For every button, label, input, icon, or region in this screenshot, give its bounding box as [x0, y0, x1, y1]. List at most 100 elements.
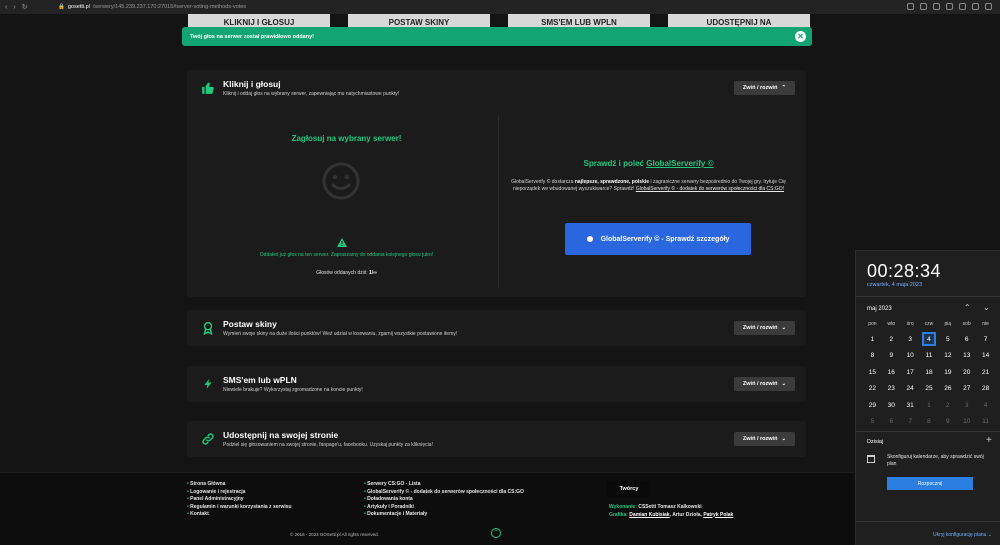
url-path: /serwery/145.239.237.170:27015#server-vo…: [92, 4, 247, 10]
add-event-icon[interactable]: +: [986, 435, 992, 446]
smiley-icon: [322, 162, 360, 200]
thumbs-up-icon: [200, 80, 216, 96]
sms-toggle-button[interactable]: Zwiń / rozwiń ⌄: [734, 377, 795, 391]
vote-card-subtitle: Kliknij i oddaj głos na wybrany serwer, …: [223, 91, 400, 97]
calendar-day[interactable]: 25: [920, 381, 939, 398]
calendar-day[interactable]: 10: [957, 414, 976, 431]
calendar-day[interactable]: 14: [976, 348, 995, 365]
calendar-day[interactable]: 23: [882, 381, 901, 398]
chevron-up-icon: ⌃: [781, 85, 787, 91]
calendar-day[interactable]: 7: [976, 331, 995, 348]
extension-icon[interactable]: [907, 3, 914, 10]
reader-icon[interactable]: [959, 3, 966, 10]
calendar-day[interactable]: 16: [882, 364, 901, 381]
hide-plan-link[interactable]: Ukryj konfigurację planu ⌄: [933, 532, 992, 538]
calendar-day[interactable]: 30: [882, 397, 901, 414]
calendar-month[interactable]: maj 2023: [867, 306, 892, 312]
calendar-day[interactable]: 8: [863, 348, 882, 365]
download-icon[interactable]: [946, 3, 953, 10]
back-icon[interactable]: ‹: [5, 4, 7, 11]
weekday: czw: [924, 321, 934, 327]
start-button[interactable]: Rozpocznij: [887, 477, 973, 490]
calendar-day[interactable]: 3: [957, 397, 976, 414]
share-toggle-button[interactable]: Zwiń / rozwiń ⌄: [734, 432, 795, 446]
footer-link[interactable]: Serwery CS:GO - Lista: [364, 481, 524, 489]
skins-toggle-button[interactable]: Zwiń / rozwiń ⌄: [734, 321, 795, 335]
calendar-day[interactable]: 6: [957, 331, 976, 348]
footer-link[interactable]: Strona Główna: [187, 481, 292, 489]
globalserverify-button[interactable]: GlobalServerify © - Sprawdź szczegóły: [565, 223, 751, 255]
footer-link[interactable]: GlobalServerify © - dodatek do serwerów …: [364, 489, 524, 497]
calendar-day[interactable]: 27: [957, 381, 976, 398]
footer-link[interactable]: Kontakt: [187, 511, 292, 519]
address-bar[interactable]: 🔒 gosetti.pl/serwery/145.239.237.170:270…: [58, 4, 246, 10]
calendar-day[interactable]: 5: [863, 414, 882, 431]
reload-icon[interactable]: ↻: [22, 4, 28, 11]
calendar-day-today[interactable]: 4: [921, 332, 936, 347]
footer-link[interactable]: Artykuły i Poradniki: [364, 504, 524, 512]
chevron-down-icon[interactable]: ⌄: [983, 303, 990, 312]
calendar-day[interactable]: 11: [920, 348, 939, 365]
calendar-day[interactable]: 9: [938, 414, 957, 431]
warning-icon: [337, 238, 347, 247]
calendar-day[interactable]: 29: [863, 397, 882, 414]
calendar-day[interactable]: 19: [938, 364, 957, 381]
calendar-day[interactable]: 2: [938, 397, 957, 414]
calendar-day[interactable]: 13: [957, 348, 976, 365]
calendar-day[interactable]: 24: [901, 381, 920, 398]
promo-heading-link[interactable]: GlobalServerify ©: [646, 159, 713, 168]
vote-count-label: Głosów oddanych dziś:: [316, 270, 368, 276]
calendar-day[interactable]: 10: [901, 348, 920, 365]
calendar-day[interactable]: 15: [863, 364, 882, 381]
calendar-day[interactable]: 26: [938, 381, 957, 398]
footer-link[interactable]: Logowanie i rejestracja: [187, 489, 292, 497]
calendar-day[interactable]: 4: [976, 397, 995, 414]
calendar-day[interactable]: 20: [957, 364, 976, 381]
credits-impl: Wykonanie: CSSetti Tomasz Kalkowski: [609, 504, 733, 512]
calendar-day[interactable]: 3: [901, 331, 920, 348]
browser-nav: ‹ › ↻: [0, 4, 58, 11]
screenshot-icon[interactable]: [920, 3, 927, 10]
account-icon[interactable]: [972, 3, 979, 10]
footer: Strona Główna Logowanie i rejestracja Pa…: [0, 472, 1000, 545]
footer-link[interactable]: Regulamin i warunki korzystania z serwis…: [187, 504, 291, 512]
calendar-day[interactable]: 31: [901, 397, 920, 414]
calendar-day[interactable]: 12: [938, 348, 957, 365]
chevron-down-icon: ⌄: [781, 325, 787, 331]
promo-desc-bold: najlepsze, sprawdzone, polskie: [574, 179, 650, 185]
calendar-day[interactable]: 22: [863, 381, 882, 398]
calendar-day[interactable]: 6: [882, 414, 901, 431]
calendar-day[interactable]: 8: [920, 414, 939, 431]
forward-icon[interactable]: ›: [13, 4, 15, 11]
calendar-day[interactable]: 1: [863, 331, 882, 348]
vote-toggle-button[interactable]: Zwiń / rozwiń ⌃: [734, 81, 795, 95]
calendar-day[interactable]: 1: [920, 397, 939, 414]
footer-link[interactable]: Doładowania konta: [364, 496, 524, 504]
calendar-day[interactable]: 9: [882, 348, 901, 365]
promo-desc-link[interactable]: GlobalServerify © - dodatek do serwerów …: [636, 186, 784, 192]
calendar-day[interactable]: 7: [901, 414, 920, 431]
footer-link[interactable]: Panel Administracyjny: [187, 496, 292, 504]
close-icon[interactable]: ✕: [795, 31, 806, 42]
graphics-author-link[interactable]: Damian Kubisiak: [629, 512, 669, 518]
creators-button[interactable]: Twórcy: [607, 481, 651, 497]
calendar-day[interactable]: 21: [976, 364, 995, 381]
calendar-day[interactable]: 2: [882, 331, 901, 348]
clock-date[interactable]: czwartek, 4 maja 2023: [867, 282, 922, 288]
footer-link[interactable]: Dokumentacje i Materiały: [364, 511, 524, 519]
divider: [856, 521, 1000, 522]
divider: [856, 296, 1000, 297]
calendar-day[interactable]: 5: [938, 331, 957, 348]
credits-graphics: Grafika: Damian Kubisiak, Artur Dzioła, …: [609, 511, 734, 518]
calendar-day[interactable]: 11: [976, 414, 995, 431]
calendar-day[interactable]: 18: [920, 364, 939, 381]
chevron-up-icon[interactable]: ⌃: [964, 303, 971, 312]
share-card: Udostępnij na swojej stronie Podziel się…: [187, 421, 806, 457]
calendar-day[interactable]: 28: [976, 381, 995, 398]
menu-icon[interactable]: [985, 3, 992, 10]
bookmark-icon[interactable]: [933, 3, 940, 10]
scroll-top-icon[interactable]: ⌃: [491, 528, 501, 538]
calendar-day[interactable]: 17: [901, 364, 920, 381]
graphics-author-link[interactable]: Patryk Polak: [703, 512, 733, 518]
vote-info-text: Oddałeś już głos na ten serwer. Zaprasza…: [259, 252, 434, 258]
